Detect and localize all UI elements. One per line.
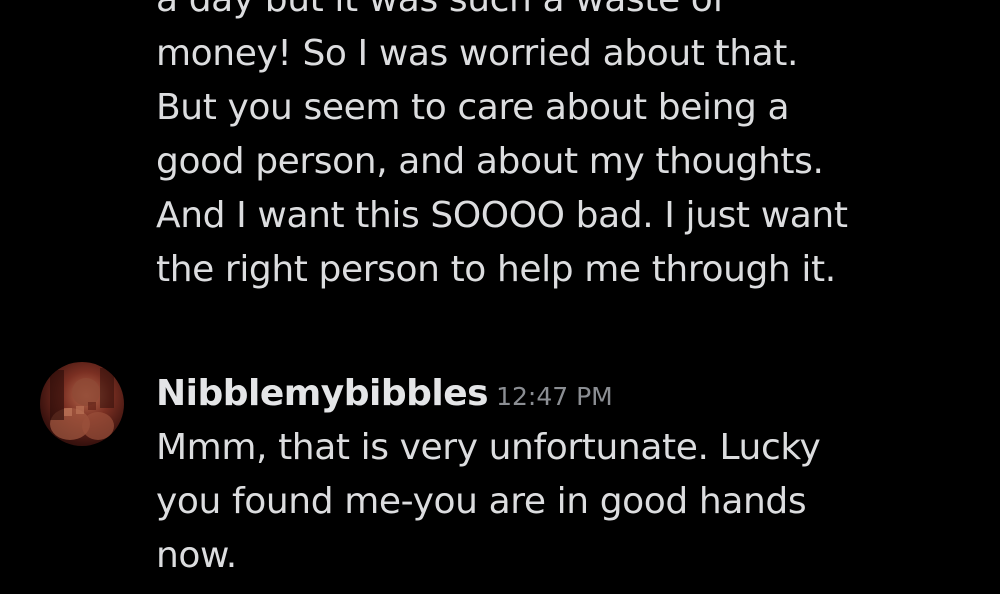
latest-message: Mmm, that is very unfortunate. Lucky you…	[156, 421, 986, 583]
message-line: the right person to help me through it.	[156, 249, 836, 290]
message-header: Nibblemybibbles 12:47 PM	[156, 367, 613, 421]
message-line: you found me-you are in good hands	[156, 481, 807, 522]
avatar[interactable]	[40, 362, 124, 446]
timestamp: 12:47 PM	[496, 382, 613, 411]
username[interactable]: Nibblemybibbles	[156, 373, 489, 414]
chat-view: a day but it was such a waste of money! …	[0, 0, 1000, 594]
message-line: But you seem to care about being a	[156, 87, 790, 128]
profile-photo-avatar-icon	[50, 368, 114, 440]
message-line: now.	[156, 535, 237, 576]
previous-message: a day but it was such a waste of money! …	[156, 0, 986, 297]
message-line: a day but it was such a waste of	[156, 0, 986, 27]
message-line: good person, and about my thoughts.	[156, 141, 824, 182]
message-line: money! So I was worried about that.	[156, 33, 799, 74]
message-line: And I want this SOOOO bad. I just want	[156, 195, 848, 236]
message-line: Mmm, that is very unfortunate. Lucky	[156, 427, 821, 468]
